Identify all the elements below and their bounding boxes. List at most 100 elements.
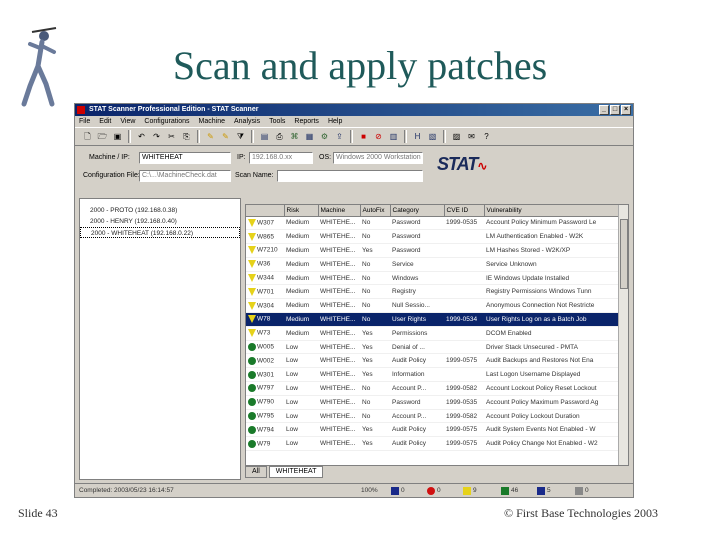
cell-cve: 1999-0575 xyxy=(444,422,484,438)
analyze-icon[interactable]: ✎ xyxy=(204,130,217,143)
table-row[interactable]: W36 Medium WHITEHE... No Service Service Unkn… xyxy=(246,257,618,272)
table-row[interactable]: W865 Medium WHITEHE... No Password LM Authent… xyxy=(246,229,618,245)
save-icon[interactable]: ▣ xyxy=(111,130,124,143)
cell-text: W005 xyxy=(257,343,274,351)
os-field[interactable]: Windows 2000 Workstation xyxy=(333,152,423,164)
close-button[interactable]: × xyxy=(621,105,631,115)
report-icon[interactable]: ▤ xyxy=(258,130,271,143)
cell-text: WHITEHE... xyxy=(320,384,356,392)
machine-field[interactable]: WHITEHEAT xyxy=(139,152,231,164)
column-header-risk[interactable]: Risk xyxy=(284,205,319,217)
risk-count: 0 xyxy=(391,486,405,496)
cell-risk: Low xyxy=(284,409,318,424)
update-icon[interactable]: ⇪ xyxy=(333,130,346,143)
export-icon[interactable]: ▨ xyxy=(450,130,463,143)
new-file-icon[interactable]: 🗋 xyxy=(81,130,94,143)
ip-field[interactable]: 192.168.0.xx xyxy=(249,152,313,164)
tree-item-whiteheat[interactable]: 2000 - WHITEHEAT (192.168.0.22) xyxy=(80,227,240,238)
table-row[interactable]: W304 Medium WHITEHE... No Null Sessio... Anon… xyxy=(246,298,618,314)
table-row[interactable]: W794 Low WHITEHE... Yes Audit Policy 1999-057… xyxy=(246,422,618,438)
cell-text: W307 xyxy=(257,219,274,227)
column-header-category[interactable]: Category xyxy=(390,205,445,217)
config-file-field[interactable]: C:\...\MachineCheck.dat xyxy=(139,170,231,182)
help-icon[interactable]: ? xyxy=(480,130,493,143)
table-row[interactable]: W002 Low WHITEHE... Yes Audit Policy 1999-057… xyxy=(246,353,618,369)
tab-all[interactable]: All xyxy=(245,466,267,478)
redo-icon[interactable]: ↷ xyxy=(150,130,163,143)
menu-view[interactable]: View xyxy=(120,118,135,125)
cell-cve xyxy=(444,340,484,355)
column-header-autofix[interactable]: AutoFix xyxy=(360,205,391,217)
table-row[interactable]: W78 Medium WHITEHE... No User Rights 1999-053… xyxy=(246,312,618,327)
menu-analysis[interactable]: Analysis xyxy=(234,118,260,125)
risk-count: 9 xyxy=(463,486,477,496)
cell-cve xyxy=(444,229,484,245)
cell-text: Registry Permissions Windows Tunn xyxy=(486,288,592,296)
column-header-machine[interactable]: Machine xyxy=(318,205,361,217)
cell-text: WHITEHE... xyxy=(320,412,356,420)
minimize-button[interactable]: _ xyxy=(599,105,609,115)
table-row[interactable]: W005 Low WHITEHE... Yes Denial of ... Driver … xyxy=(246,340,618,355)
open-folder-icon[interactable]: 🗁 xyxy=(96,130,109,143)
slide-title: Scan and apply patches xyxy=(172,43,548,88)
print-icon[interactable]: ⎙ xyxy=(273,130,286,143)
cell-cve xyxy=(444,367,484,383)
menu-tools[interactable]: Tools xyxy=(269,118,285,125)
scan-name-input[interactable] xyxy=(277,170,423,182)
tree-item-proto[interactable]: 2000 - PROTO (192.168.0.38) xyxy=(80,205,240,216)
undo-icon[interactable]: ↶ xyxy=(135,130,148,143)
column-header-vulnerability[interactable]: Vulnerability xyxy=(484,205,619,217)
grid-scrollbar[interactable] xyxy=(618,205,628,465)
cell-text: No xyxy=(362,260,371,268)
low-risk-circle-icon xyxy=(248,343,256,352)
column-header-id[interactable] xyxy=(246,205,285,217)
filter-icon[interactable]: ⧩ xyxy=(234,130,247,143)
table-row[interactable]: W344 Medium WHITEHE... No Windows IE Windows … xyxy=(246,271,618,286)
table-row[interactable]: W790 Low WHITEHE... No Password 1999-0535 Acco… xyxy=(246,395,618,410)
window-titlebar[interactable]: STAT Scanner Professional Edition - STAT… xyxy=(75,104,633,116)
tree-item-henry[interactable]: 2000 - HENRY (192.168.0.40) xyxy=(80,216,240,227)
copy-icon[interactable]: ⎘ xyxy=(180,130,193,143)
column-header-cve[interactable]: CVE ID xyxy=(444,205,485,217)
network-icon[interactable]: ⌘ xyxy=(288,130,301,143)
table-row[interactable]: W73 Medium WHITEHE... Yes Permissions DCOM En… xyxy=(246,326,618,341)
table-row[interactable]: W307 Medium WHITEHE... No Password 1999-0535 A… xyxy=(246,216,618,231)
table-row[interactable]: W7210 Medium WHITEHE... Yes Password LM Hashe… xyxy=(246,243,618,258)
risk-count: 46 xyxy=(501,486,518,496)
cell-id: W301 xyxy=(246,367,284,383)
block-icon[interactable]: ⊘ xyxy=(372,130,385,143)
menu-machine[interactable]: Machine xyxy=(199,118,225,125)
scrollbar-thumb[interactable] xyxy=(620,219,628,289)
menu-edit[interactable]: Edit xyxy=(99,118,111,125)
cell-text: No xyxy=(362,274,371,282)
cell-cve: 1999-0575 xyxy=(444,353,484,369)
hosts-icon[interactable]: ▧ xyxy=(426,130,439,143)
table-row[interactable]: W797 Low WHITEHE... No Account P... 1999-0582… xyxy=(246,381,618,396)
menu-file[interactable]: File xyxy=(79,118,90,125)
cell-text: Low xyxy=(286,357,298,365)
tab-whiteheat[interactable]: WHITEHEAT xyxy=(268,466,324,478)
table-row[interactable]: W701 Medium WHITEHE... No Registry Registry P… xyxy=(246,284,618,300)
cell-risk: Medium xyxy=(284,312,318,327)
table-row[interactable]: W301 Low WHITEHE... Yes Information Last Logo… xyxy=(246,367,618,383)
maximize-button[interactable]: □ xyxy=(610,105,620,115)
menu-reports[interactable]: Reports xyxy=(294,118,319,125)
fix-icon[interactable]: ✎ xyxy=(219,130,232,143)
table-row[interactable]: W795 Low WHITEHE... No Account P... 1999-0582… xyxy=(246,409,618,424)
cell-text: Low xyxy=(286,440,298,448)
cell-cve: 1999-0582 xyxy=(444,409,484,424)
table-row[interactable]: W79 Low WHITEHE... Yes Audit Policy 1999-0575… xyxy=(246,436,618,452)
toolbar-separator xyxy=(350,130,353,143)
cell-text: Medium xyxy=(286,260,310,268)
cut-icon[interactable]: ✂ xyxy=(165,130,178,143)
scan-icon[interactable]: ⚙ xyxy=(318,130,331,143)
cell-id: W701 xyxy=(246,284,284,300)
hotfix-icon[interactable]: H xyxy=(411,130,424,143)
stop-icon[interactable]: ■ xyxy=(357,130,370,143)
machines-icon[interactable]: ▦ xyxy=(303,130,316,143)
patch-icon[interactable]: ▥ xyxy=(387,130,400,143)
cell-text: WHITEHE... xyxy=(320,302,356,310)
menu-help[interactable]: Help xyxy=(328,118,342,125)
menu-configurations[interactable]: Configurations xyxy=(144,118,189,125)
mail-icon[interactable]: ✉ xyxy=(465,130,478,143)
